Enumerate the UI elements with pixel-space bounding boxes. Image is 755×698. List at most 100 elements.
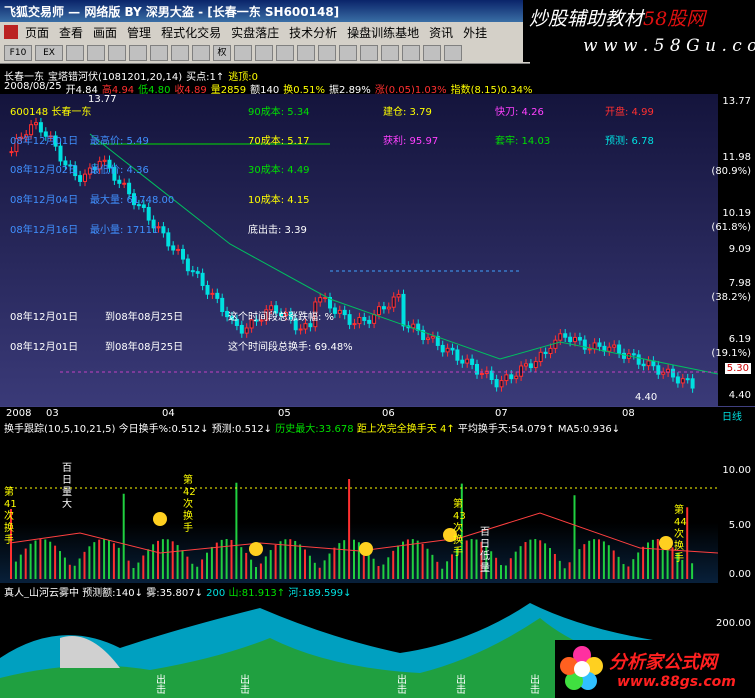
toolbar-button-9[interactable]: [192, 44, 210, 61]
candle-body: [563, 333, 568, 338]
turnover-bar: [333, 547, 336, 579]
candle-body: [195, 271, 200, 274]
toolbar-button-6[interactable]: [129, 44, 147, 61]
turnover-bar: [63, 557, 66, 579]
strike-mark-4: 出击: [456, 675, 466, 696]
window-title: 飞狐交易师 — 网络版 BY 深男大盗 - [长春一东 SH600148]: [4, 4, 340, 19]
toolbar-button-15[interactable]: [318, 44, 336, 61]
toolbar-button-10[interactable]: 权: [213, 44, 231, 61]
toolbar-button-13[interactable]: [276, 44, 294, 61]
toolbar-button-12[interactable]: [255, 44, 273, 61]
turnover-bar: [19, 554, 22, 579]
turnover-bar: [39, 539, 42, 579]
turnover-bar: [176, 545, 179, 579]
turnover-bar: [338, 543, 341, 579]
candle-body: [617, 344, 622, 354]
turnover-bar: [387, 557, 390, 579]
turnover-bar: [171, 541, 174, 579]
turnover-bar: [411, 539, 414, 579]
menu-info[interactable]: 资讯: [424, 24, 458, 41]
turnover-bar: [500, 565, 502, 579]
menu-view[interactable]: 查看: [54, 24, 88, 41]
candle-body: [117, 179, 122, 184]
min-price: 最低价: 4.36: [90, 165, 149, 176]
turnover-bar: [553, 553, 556, 579]
turnover-bar: [475, 539, 478, 579]
candle-body: [685, 378, 690, 381]
turnover-bar: [651, 539, 654, 579]
turnover-bar: [44, 539, 47, 579]
menu-tech-analysis[interactable]: 技术分析: [284, 24, 342, 41]
toolbar-button-8[interactable]: [171, 44, 189, 61]
toolbar-button-18[interactable]: [381, 44, 399, 61]
toolbar: F10 EX 权: [0, 42, 530, 64]
turnover-bar: [637, 552, 640, 579]
turnover-header: 换手跟踪(10,5,10,21,5) 今日换手%:0.512↓ 预测:0.512…: [0, 420, 718, 435]
turnover-bar: [598, 539, 600, 579]
menu-training[interactable]: 操盘训练基地: [342, 24, 424, 41]
turnover-bar: [166, 539, 169, 579]
kline-chart[interactable]: 600148 长春一东 08年12月01日 最高价: 5.49 08年12月02…: [0, 94, 718, 406]
menu-manage[interactable]: 管理: [122, 24, 156, 41]
toolbar-button-21[interactable]: [444, 44, 462, 61]
toolbar-button-3[interactable]: [66, 44, 84, 61]
toolbar-button-17[interactable]: [360, 44, 378, 61]
turnover-bar: [127, 560, 130, 579]
turnover-bar: [534, 539, 537, 579]
forecast: 预测: 6.78: [605, 136, 654, 147]
turnover-bar: [617, 556, 620, 579]
toolbar-button-19[interactable]: [402, 44, 420, 61]
turnover-panel[interactable]: 第41次换手 百日量大 第42次换手 第43次换手 第44次换手 百日低量: [0, 433, 718, 583]
toolbar-button-1[interactable]: F10: [4, 44, 32, 61]
turnover-bar: [117, 547, 120, 579]
candle-body: [396, 293, 401, 298]
max-price-date: 08年12月01日: [10, 136, 79, 147]
candle-body: [171, 245, 176, 251]
candle-body: [78, 175, 83, 182]
toolbar-button-5[interactable]: [108, 44, 126, 61]
toolbar-button-14[interactable]: [297, 44, 315, 61]
menu-real-trade[interactable]: 实盘落庄: [226, 24, 284, 41]
candle-body: [381, 306, 386, 310]
candle-body: [631, 353, 636, 356]
menu-page[interactable]: 页面: [20, 24, 54, 41]
toolbar-button-20[interactable]: [423, 44, 441, 61]
turnover-axis: 10.00 5.00 0.00: [718, 433, 755, 583]
turnover-bar: [627, 566, 630, 579]
turnover-bar: [201, 559, 204, 579]
menu-plugin[interactable]: 外挂: [458, 24, 492, 41]
turnover-bar: [656, 539, 659, 579]
smiley-icon: [359, 542, 373, 556]
build-position: 建仓: 3.79: [383, 107, 432, 118]
toolbar-button-16[interactable]: [339, 44, 357, 61]
menu-program-trade[interactable]: 程式化交易: [156, 24, 226, 41]
app-menu-icon[interactable]: [4, 25, 18, 39]
turnover-bar: [73, 565, 76, 579]
candle-body: [244, 327, 249, 334]
candle-body: [646, 360, 651, 367]
watermark-banner: 炒股辅助教材58股网 w w w . 5 8 G u . c o m: [523, 0, 755, 62]
candle-body: [494, 378, 499, 388]
turnover-bar: [29, 543, 32, 579]
toolbar-button-4[interactable]: [87, 44, 105, 61]
range1-to: 到08年08月25日: [105, 312, 184, 323]
candle-body: [690, 378, 695, 389]
turnover-bar: [622, 564, 625, 579]
site-logo: 分析家公式网 www.88gs.com: [555, 640, 755, 698]
low-marker: 4.40: [635, 392, 658, 403]
turnover-bar: [83, 551, 86, 579]
toolbar-button-7[interactable]: [150, 44, 168, 61]
min-vol-date: 08年12月16日: [10, 225, 79, 236]
turnover-bar: [264, 556, 267, 579]
daily-line-label[interactable]: 日线: [722, 408, 742, 423]
turnover-bar: [255, 567, 257, 579]
logo-url: www.88gs.com: [617, 674, 736, 690]
turnover-label-41: 第41次换手: [4, 487, 17, 546]
candle-body: [215, 292, 220, 299]
menu-screen[interactable]: 画面: [88, 24, 122, 41]
candle-body: [308, 323, 313, 328]
turnover-bar: [504, 565, 507, 579]
toolbar-button-2[interactable]: EX: [35, 44, 63, 61]
range1-from: 08年12月01日: [10, 312, 79, 323]
toolbar-button-11[interactable]: [234, 44, 252, 61]
